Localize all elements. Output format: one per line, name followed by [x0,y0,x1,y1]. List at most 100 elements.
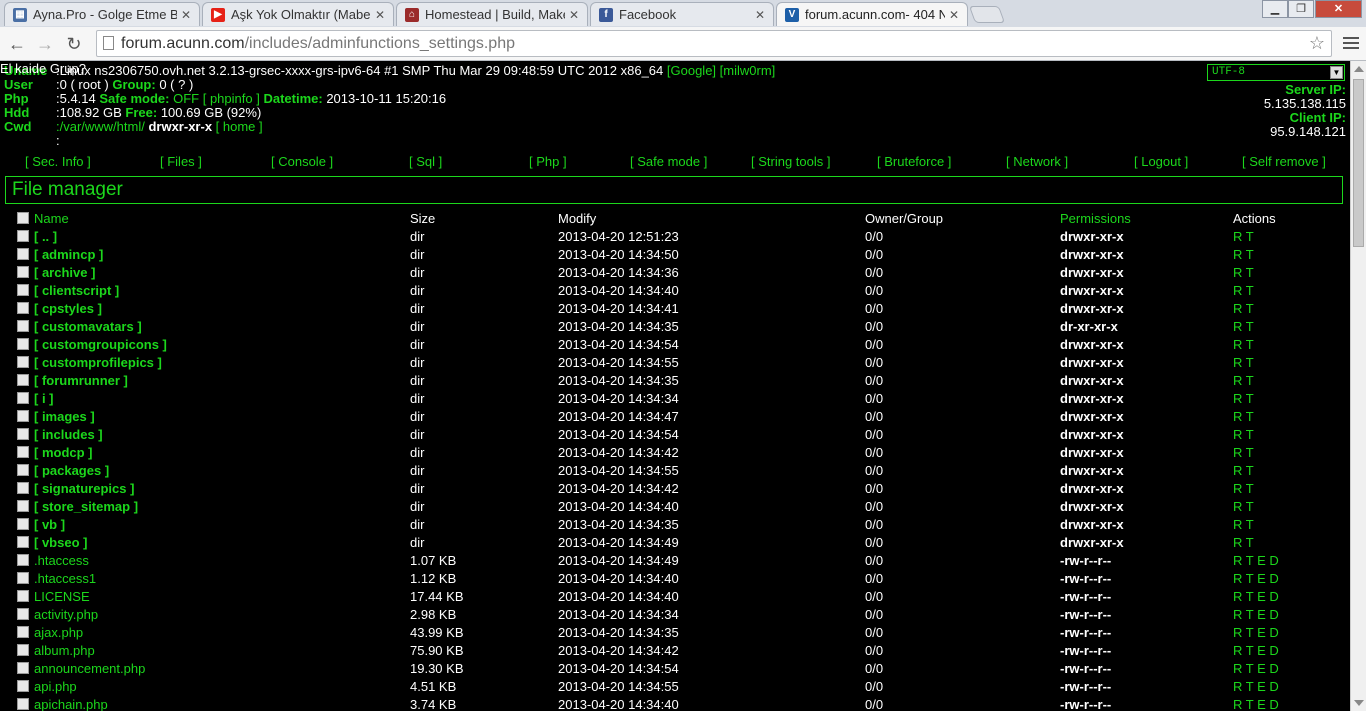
nav-bruteforce[interactable]: [ Bruteforce ] [877,154,951,169]
select-all-checkbox[interactable] [17,212,29,224]
file-actions-links[interactable]: R T [1233,265,1254,280]
file-permissions-link[interactable]: -rw-r--r-- [1060,643,1111,658]
file-permissions-link[interactable]: drwxr-xr-x [1060,463,1124,478]
file-name-link[interactable]: [ images ] [34,409,95,424]
cwd-path-link[interactable]: :/var/www/html/ [56,119,145,134]
file-name-link[interactable]: [ forumrunner ] [34,373,128,388]
nav-sec-info[interactable]: [ Sec. Info ] [25,154,91,169]
file-actions-links[interactable]: R T [1233,283,1254,298]
column-name-header[interactable]: Name [34,211,69,226]
close-tab-icon[interactable]: ✕ [375,8,385,22]
file-name-link[interactable]: .htaccess1 [34,571,96,586]
file-permissions-link[interactable]: drwxr-xr-x [1060,355,1124,370]
file-permissions-link[interactable]: drwxr-xr-x [1060,535,1124,550]
nav-console[interactable]: [ Console ] [271,154,333,169]
page-scrollbar[interactable] [1350,61,1366,711]
row-checkbox[interactable] [17,392,29,404]
row-checkbox[interactable] [17,446,29,458]
row-checkbox[interactable] [17,680,29,692]
scroll-down-icon[interactable] [1354,700,1364,706]
file-name-link[interactable]: [ i ] [34,391,54,406]
file-name-link[interactable]: [ admincp ] [34,247,103,262]
file-permissions-link[interactable]: drwxr-xr-x [1060,301,1124,316]
file-permissions-link[interactable]: -rw-r--r-- [1060,553,1111,568]
file-permissions-link[interactable]: -rw-r--r-- [1060,571,1111,586]
row-checkbox[interactable] [17,626,29,638]
file-actions-links[interactable]: R T E D [1233,625,1279,640]
bookmark-star-icon[interactable]: ☆ [1309,33,1325,54]
file-name-link[interactable]: api.php [34,679,77,694]
row-checkbox[interactable] [17,662,29,674]
file-name-link[interactable]: [ customprofilepics ] [34,355,162,370]
row-checkbox[interactable] [17,356,29,368]
address-url[interactable]: forum.acunn.com/includes/adminfunctions_… [121,35,515,53]
file-name-link[interactable]: [ vbseo ] [34,535,87,550]
file-permissions-link[interactable]: drwxr-xr-x [1060,283,1124,298]
file-actions-links[interactable]: R T [1233,445,1254,460]
file-permissions-link[interactable]: -rw-r--r-- [1060,697,1111,711]
file-permissions-link[interactable]: drwxr-xr-x [1060,409,1124,424]
file-permissions-link[interactable]: drwxr-xr-x [1060,265,1124,280]
file-permissions-link[interactable]: drwxr-xr-x [1060,391,1124,406]
file-name-link[interactable]: [ packages ] [34,463,109,478]
row-checkbox[interactable] [17,500,29,512]
file-permissions-link[interactable]: drwxr-xr-x [1060,247,1124,262]
nav-safe-mode[interactable]: [ Safe mode ] [630,154,707,169]
column-size-header[interactable]: Size [410,211,435,226]
file-name-link[interactable]: [ cpstyles ] [34,301,102,316]
home-link[interactable]: [ home ] [216,119,263,134]
file-permissions-link[interactable]: drwxr-xr-x [1060,517,1124,532]
file-actions-links[interactable]: R T [1233,337,1254,352]
nav-sql[interactable]: [ Sql ] [409,154,442,169]
file-actions-links[interactable]: R T [1233,499,1254,514]
row-checkbox[interactable] [17,374,29,386]
row-checkbox[interactable] [17,248,29,260]
file-permissions-link[interactable]: -rw-r--r-- [1060,679,1111,694]
file-actions-links[interactable]: R T E D [1233,697,1279,711]
scroll-up-icon[interactable] [1354,66,1364,72]
nav-string-tools[interactable]: [ String tools ] [751,154,830,169]
file-name-link[interactable]: activity.php [34,607,98,622]
address-bar[interactable]: forum.acunn.com/includes/adminfunctions_… [96,30,1332,57]
browser-tab[interactable]: ▶ Aşk Yok Olmaktır (Mabel M ✕ [202,2,394,26]
close-window-icon[interactable]: ✕ [1315,0,1362,18]
file-name-link[interactable]: LICENSE [34,589,90,604]
file-name-link[interactable]: [ store_sitemap ] [34,499,138,514]
file-permissions-link[interactable]: -rw-r--r-- [1060,625,1111,640]
row-checkbox[interactable] [17,410,29,422]
file-actions-links[interactable]: R T [1233,301,1254,316]
file-name-link[interactable]: ajax.php [34,625,83,640]
row-checkbox[interactable] [17,320,29,332]
file-actions-links[interactable]: R T [1233,373,1254,388]
row-checkbox[interactable] [17,572,29,584]
chevron-down-icon[interactable]: ▼ [1330,66,1343,79]
file-actions-links[interactable]: R T E D [1233,661,1279,676]
file-actions-links[interactable]: R T E D [1233,589,1279,604]
row-checkbox[interactable] [17,590,29,602]
file-actions-links[interactable]: R T [1233,517,1254,532]
file-name-link[interactable]: [ modcp ] [34,445,93,460]
browser-tab[interactable]: ▦ Ayna.Pro - Golge Etme Ba ✕ [4,2,200,26]
file-permissions-link[interactable]: -rw-r--r-- [1060,661,1111,676]
row-checkbox[interactable] [17,338,29,350]
file-actions-links[interactable]: R T [1233,355,1254,370]
file-name-link[interactable]: [ clientscript ] [34,283,119,298]
file-permissions-link[interactable]: dr-xr-xr-x [1060,319,1118,334]
column-permissions-header[interactable]: Permissions [1060,211,1131,226]
file-name-link[interactable]: .htaccess [34,553,89,568]
google-link[interactable]: [Google] [667,63,716,78]
file-name-link[interactable]: [ vb ] [34,517,65,532]
file-permissions-link[interactable]: -rw-r--r-- [1060,607,1111,622]
file-actions-links[interactable]: R T [1233,481,1254,496]
file-name-link[interactable]: [ customavatars ] [34,319,142,334]
nav-network[interactable]: [ Network ] [1006,154,1068,169]
file-name-link[interactable]: [ includes ] [34,427,103,442]
maximize-icon[interactable]: ❐ [1288,0,1314,18]
file-permissions-link[interactable]: drwxr-xr-x [1060,373,1124,388]
close-tab-icon[interactable]: ✕ [569,8,579,22]
phpinfo-link[interactable]: [ phpinfo ] [203,91,260,106]
row-checkbox[interactable] [17,428,29,440]
charset-select[interactable]: UTF-8 ▼ [1207,64,1345,81]
milw0rm-link[interactable]: [milw0rm] [720,63,776,78]
nav-self-remove[interactable]: [ Self remove ] [1242,154,1326,169]
